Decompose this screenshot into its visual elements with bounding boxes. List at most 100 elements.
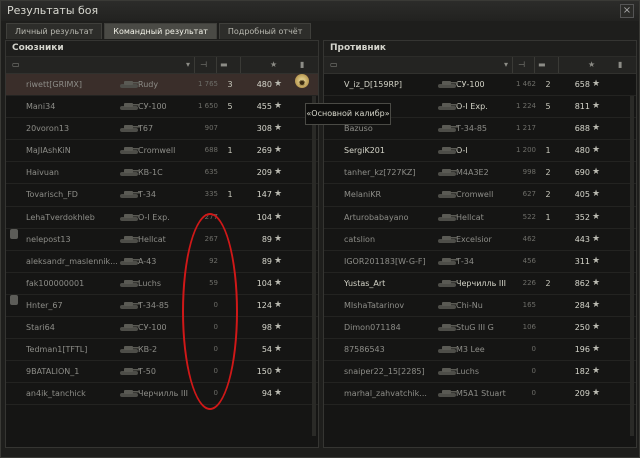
enemies-scrollbar[interactable]: [630, 96, 634, 436]
player-row[interactable]: marhal_zahvatchik... M5A1 Stuart 0 209 ★: [324, 383, 636, 406]
kills-icon[interactable]: ▬: [220, 60, 228, 70]
player-row[interactable]: 9BATALION_1 Т-50 0 150 ★: [6, 361, 318, 384]
xp-star-icon: ★: [592, 277, 601, 288]
chat-icon[interactable]: ▭: [12, 60, 20, 70]
damage-icon[interactable]: ⊣: [518, 60, 525, 70]
xp-value: 150: [256, 367, 272, 377]
player-name: 20voron13: [26, 124, 70, 134]
player-row[interactable]: MIshaTatarinov Chi-Nu 165 284 ★: [324, 295, 636, 318]
enemies-table-header: ▭ ▾ ⊣ ▬ ★ ▮: [324, 57, 636, 74]
tab-team-result[interactable]: Командный результат: [104, 23, 217, 39]
allies-rows: riwett[GRIMX] Rudy 1 765 3 480 ★ ✹ Mani34 СУ-100…: [6, 74, 318, 406]
xp-icon[interactable]: ★: [588, 60, 595, 70]
player-name: Tovarisch_FD: [26, 190, 78, 200]
player-row[interactable]: an4ik_tanchick Черчилль III 0 94 ★: [6, 383, 318, 406]
tank-icon: [120, 301, 140, 309]
tank-name: СУ-100: [456, 80, 485, 89]
close-button[interactable]: ×: [620, 4, 634, 18]
player-row[interactable]: SergiK201 O-I 1 200 1 480 ★: [324, 140, 636, 163]
player-row[interactable]: Tedman1[TFTL] КВ-2 0 54 ★: [6, 339, 318, 362]
xp-star-icon: ★: [274, 167, 283, 178]
medal-icon[interactable]: ▮: [618, 60, 622, 70]
player-name: an4ik_tanchick: [26, 389, 86, 399]
kills-value: 2: [545, 168, 551, 178]
player-row[interactable]: aleksandr_maslennik... A-43 92 89 ★: [6, 251, 318, 273]
main-caliber-medal-icon[interactable]: ✹: [295, 74, 309, 88]
player-name: MelaniKR: [344, 190, 382, 200]
xp-value: 688: [574, 124, 590, 134]
player-row[interactable]: Mani34 СУ-100 1 650 5 455 ★: [6, 96, 318, 119]
xp-star-icon: ★: [274, 322, 283, 333]
xp-value: 308: [256, 124, 272, 134]
xp-value: 54: [261, 345, 272, 355]
enemies-title: Противник: [324, 41, 636, 57]
sort-chevron-icon[interactable]: ▾: [186, 60, 190, 70]
damage-icon[interactable]: ⊣: [200, 60, 207, 70]
player-row[interactable]: MelaniKR Cromwell 627 2 405 ★: [324, 184, 636, 207]
tank-icon: [438, 147, 458, 155]
tank-icon: [438, 125, 458, 133]
xp-icon[interactable]: ★: [270, 60, 277, 70]
player-row[interactable]: V_iz_D[159RP] СУ-100 1 462 2 658 ★: [324, 74, 636, 97]
player-row[interactable]: Haivuan КВ-1С 635 209 ★: [6, 162, 318, 185]
player-name: snaiper22_15[2285]: [344, 367, 425, 377]
player-row[interactable]: fak100000001 Luchs 59 104 ★: [6, 273, 318, 295]
player-row[interactable]: Arturobabayano Hellcat 522 1 352 ★: [324, 207, 636, 229]
player-row[interactable]: Yustas_Art Черчилль III 226 2 862 ★: [324, 273, 636, 295]
sort-chevron-icon[interactable]: ▾: [504, 60, 508, 70]
xp-value: 480: [574, 146, 590, 156]
tank-name: Excelsior: [456, 234, 492, 244]
player-row[interactable]: tanher_kz[727KZ] M4A3E2 998 2 690 ★: [324, 162, 636, 185]
xp-value: 862: [574, 278, 590, 288]
player-name: Stari64: [26, 323, 55, 333]
medal-icon[interactable]: ▮: [300, 60, 304, 70]
chat-icon[interactable]: ▭: [330, 60, 338, 70]
player-name: Hnter_67: [26, 300, 63, 310]
xp-value: 209: [574, 389, 590, 399]
tank-name: Черчилль III: [138, 389, 188, 399]
player-row[interactable]: LehaTverdokhleb O-I Exp. 277 104 ★: [6, 207, 318, 229]
tank-icon: [120, 125, 140, 133]
damage-value: 0: [531, 345, 536, 354]
tab-detailed-report[interactable]: Подробный отчёт: [218, 23, 312, 39]
damage-value: 627: [522, 190, 536, 199]
xp-star-icon: ★: [592, 123, 601, 134]
tank-icon: [120, 213, 140, 221]
xp-value: 124: [256, 300, 272, 310]
damage-value: 0: [531, 367, 536, 376]
player-row[interactable]: nelepost13 Hellcat 267 89 ★: [6, 228, 318, 251]
allies-scrollbar[interactable]: [312, 96, 316, 436]
tank-name: СУ-100: [138, 102, 167, 112]
xp-star-icon: ★: [274, 299, 283, 310]
tank-name: StuG III G: [456, 323, 494, 333]
damage-value: 335: [204, 190, 218, 199]
player-row[interactable]: Tovarisch_FD Т-34 335 1 147 ★: [6, 184, 318, 207]
tab-personal-result[interactable]: Личный результат: [6, 23, 103, 39]
tank-icon: [438, 346, 458, 354]
xp-star-icon: ★: [592, 167, 601, 178]
tank-name: M4A3E2: [456, 168, 489, 178]
player-row[interactable]: 20voron13 T67 907 308 ★: [6, 118, 318, 141]
xp-star-icon: ★: [274, 255, 283, 266]
player-row[interactable]: Dimon071184 StuG III G 106 250 ★: [324, 317, 636, 340]
tank-icon: [438, 81, 458, 88]
tank-icon: [438, 191, 458, 199]
damage-value: 1 217: [515, 124, 536, 133]
player-row[interactable]: snaiper22_15[2285] Luchs 0 182 ★: [324, 361, 636, 384]
player-row[interactable]: 87586543 M3 Lee 0 196 ★: [324, 339, 636, 362]
player-row[interactable]: MaJIAshKiN Cromwell 688 1 269 ★: [6, 140, 318, 163]
kills-value: 2: [545, 80, 551, 89]
player-row[interactable]: Hnter_67 Т-34-85 0 124 ★: [6, 294, 318, 318]
player-row[interactable]: catslion Excelsior 462 443 ★: [324, 229, 636, 251]
player-row[interactable]: Stari64 СУ-100 0 98 ★: [6, 317, 318, 340]
player-row[interactable]: riwett[GRIMX] Rudy 1 765 3 480 ★ ✹: [6, 74, 318, 97]
damage-value: 165: [522, 300, 536, 309]
allies-title: Союзники: [6, 41, 318, 57]
allies-table-header: ▭ ▾ ⊣ ▬ ★ ▮: [6, 57, 318, 74]
player-name: marhal_zahvatchik...: [344, 389, 427, 399]
kills-icon[interactable]: ▬: [538, 60, 546, 70]
kills-value: 1: [545, 212, 551, 222]
damage-value: 226: [522, 278, 536, 287]
player-row[interactable]: IGOR201183[W-G-F] Т-34 456 311 ★: [324, 251, 636, 273]
player-name: riwett[GRIMX]: [26, 80, 82, 89]
